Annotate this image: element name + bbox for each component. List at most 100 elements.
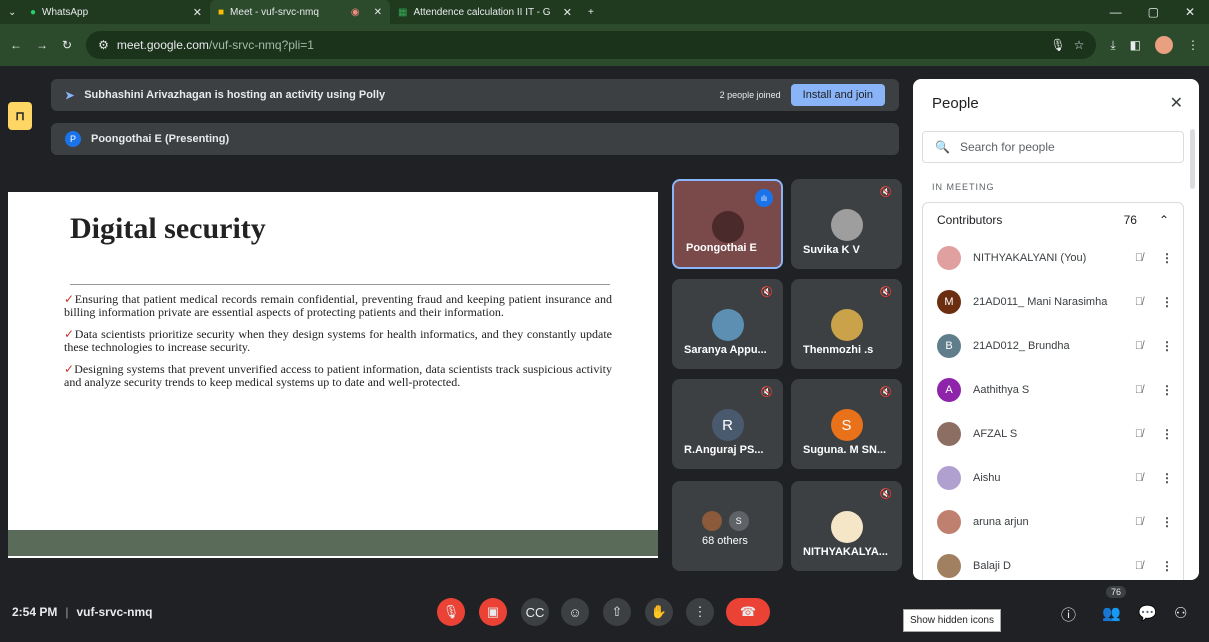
- leave-call-button[interactable]: ☎: [726, 598, 770, 626]
- chat-icon[interactable]: 💬: [1138, 604, 1157, 622]
- bullet: ✓Ensuring that patient medical records r…: [64, 292, 612, 319]
- more-options-icon[interactable]: ⋮: [1161, 295, 1173, 309]
- mic-off-icon[interactable]: 🎙̸: [1129, 428, 1149, 440]
- close-tab-icon[interactable]: ✕: [374, 7, 382, 18]
- meeting-stage: ⊓ ➤ Subhashini Arivazhagan is hosting an…: [0, 66, 1209, 642]
- avatar: [830, 511, 863, 543]
- install-join-button[interactable]: Install and join: [790, 84, 885, 106]
- participant-tile[interactable]: 🔇 Thenmozhi .s: [791, 279, 902, 369]
- present-button[interactable]: ⇧: [603, 598, 631, 626]
- section-label: IN MEETING: [932, 182, 995, 192]
- window-controls: — ▢ ✕: [1110, 5, 1209, 19]
- list-item[interactable]: A Aathithya S 🎙̸ ⋮: [923, 368, 1183, 412]
- close-icon[interactable]: ✕: [1170, 93, 1183, 113]
- info-icon[interactable]: ⓘ: [1061, 604, 1076, 625]
- more-options-icon[interactable]: ⋮: [1161, 559, 1173, 573]
- list-item[interactable]: Balaji D 🎙̸ ⋮: [923, 544, 1183, 580]
- new-tab-button[interactable]: +: [580, 0, 602, 24]
- mic-off-icon[interactable]: 🎙̸: [1129, 472, 1149, 484]
- mic-off-icon[interactable]: 🎙̸: [1129, 296, 1149, 308]
- list-item[interactable]: AFZAL S 🎙̸ ⋮: [923, 412, 1183, 456]
- control-bar: 2:54 PM | vuf-srvc-nmq 🎙 ▣ CC ☺ ⇧ ✋ ⋮ ☎ …: [0, 580, 1209, 642]
- meet-icon: ■: [218, 6, 225, 18]
- chevron-up-icon[interactable]: ⌃: [1159, 213, 1169, 227]
- avatar: [701, 511, 722, 531]
- mic-off-icon[interactable]: 🎙̸: [1129, 252, 1149, 264]
- slide-footer: [8, 530, 658, 556]
- close-tab-icon[interactable]: ✕: [563, 6, 572, 19]
- mic-icon[interactable]: 🎙: [1050, 38, 1065, 52]
- camera-toggle-button[interactable]: ▣: [479, 598, 507, 626]
- back-icon[interactable]: ←: [10, 38, 22, 52]
- mic-off-icon: 🔇: [760, 287, 773, 298]
- mic-off-icon: 🔇: [879, 287, 892, 298]
- emoji-button[interactable]: ☺: [561, 598, 589, 626]
- tooltip: Show hidden icons: [903, 609, 1001, 632]
- menu-icon[interactable]: ⋮: [1187, 38, 1199, 52]
- participant-tile[interactable]: 🔇 Suvika K V: [791, 179, 902, 269]
- mic-off-icon[interactable]: 🎙̸: [1129, 516, 1149, 528]
- more-options-icon[interactable]: ⋮: [1161, 339, 1173, 353]
- tab-sheets[interactable]: ▦ Attendence calculation II IT - G ✕: [390, 0, 580, 24]
- avatar: [711, 211, 744, 243]
- mic-off-icon[interactable]: 🎙̸: [1129, 384, 1149, 396]
- door-icon[interactable]: ⊓: [8, 102, 32, 130]
- presenting-banner: P Poongothai E (Presenting): [51, 123, 899, 155]
- slide-title: Digital security: [70, 212, 266, 245]
- avatar: B: [937, 334, 961, 358]
- list-item[interactable]: B 21AD012_ Brundha 🎙̸ ⋮: [923, 324, 1183, 368]
- more-options-icon[interactable]: ⋮: [1161, 383, 1173, 397]
- minimize-icon[interactable]: —: [1110, 5, 1122, 19]
- people-icon[interactable]: 👥: [1102, 604, 1121, 622]
- list-item[interactable]: M 21AD011_ Mani Narasimha 🎙̸ ⋮: [923, 280, 1183, 324]
- avatar: [937, 422, 961, 446]
- search-icon: 🔍: [935, 140, 950, 154]
- download-icon[interactable]: ⤓: [1110, 38, 1115, 53]
- tab-meet[interactable]: ■ Meet - vuf-srvc-nmq ◉ ✕: [210, 0, 390, 24]
- mic-off-icon[interactable]: 🎙̸: [1129, 560, 1149, 572]
- activities-icon[interactable]: ⚇: [1174, 604, 1187, 622]
- others-tile[interactable]: S 68 others: [672, 481, 783, 571]
- meeting-info: 2:54 PM | vuf-srvc-nmq: [12, 605, 153, 619]
- participant-tile[interactable]: 🔇 NITHYAKALYA...: [791, 481, 902, 571]
- captions-button[interactable]: CC: [521, 598, 549, 626]
- contributors-header[interactable]: Contributors 76 ⌃: [922, 202, 1184, 236]
- search-input[interactable]: 🔍 Search for people: [922, 131, 1184, 163]
- more-options-icon[interactable]: ⋮: [1161, 427, 1173, 441]
- avatar: S: [728, 511, 749, 531]
- more-options-icon[interactable]: ⋮: [1161, 515, 1173, 529]
- url-input[interactable]: ⚙ meet.google.com/vuf-srvc-nmq?pli=1 🎙 ☆: [86, 31, 1097, 59]
- bullet: ✓Data scientists prioritize security whe…: [64, 327, 612, 354]
- list-item[interactable]: Aishu 🎙̸ ⋮: [923, 456, 1183, 500]
- forward-icon[interactable]: →: [36, 38, 48, 52]
- sidepanel-icon[interactable]: ◧: [1130, 38, 1141, 52]
- participant-tile[interactable]: ılı Poongothai E: [672, 179, 783, 269]
- close-tab-icon[interactable]: ✕: [193, 6, 202, 19]
- people-panel: People ✕ 🔍 Search for people IN MEETING …: [913, 79, 1199, 580]
- avatar: [937, 554, 961, 578]
- reload-icon[interactable]: ↻: [62, 38, 72, 52]
- divider: [70, 284, 610, 285]
- mic-off-icon[interactable]: 🎙̸: [1129, 340, 1149, 352]
- raise-hand-button[interactable]: ✋: [645, 598, 673, 626]
- site-info-icon[interactable]: ⚙: [98, 38, 109, 52]
- star-icon[interactable]: ☆: [1074, 38, 1085, 52]
- scrollbar[interactable]: [1190, 129, 1195, 189]
- mic-toggle-button[interactable]: 🎙: [437, 598, 465, 626]
- restore-icon[interactable]: ▢: [1148, 5, 1159, 19]
- more-options-icon[interactable]: ⋮: [1161, 251, 1173, 265]
- participant-tile[interactable]: 🔇 Saranya Appu...: [672, 279, 783, 369]
- speaking-icon: ılı: [755, 189, 773, 207]
- close-window-icon[interactable]: ✕: [1185, 5, 1195, 19]
- tab-search-icon[interactable]: ⌄: [0, 0, 22, 24]
- participant-tile[interactable]: 🔇 R R.Anguraj PS...: [672, 379, 783, 469]
- tab-whatsapp[interactable]: ● WhatsApp ✕: [22, 0, 210, 24]
- list-item[interactable]: NITHYAKALYANI (You) 🎙̸ ⋮: [923, 236, 1183, 280]
- more-options-button[interactable]: ⋮: [686, 598, 714, 626]
- more-options-icon[interactable]: ⋮: [1161, 471, 1173, 485]
- participant-tile[interactable]: 🔇 S Suguna. M SN...: [791, 379, 902, 469]
- profile-icon[interactable]: [1155, 36, 1173, 54]
- avatar: S: [830, 409, 863, 441]
- list-item[interactable]: aruna arjun 🎙̸ ⋮: [923, 500, 1183, 544]
- sheets-icon: ▦: [398, 6, 408, 18]
